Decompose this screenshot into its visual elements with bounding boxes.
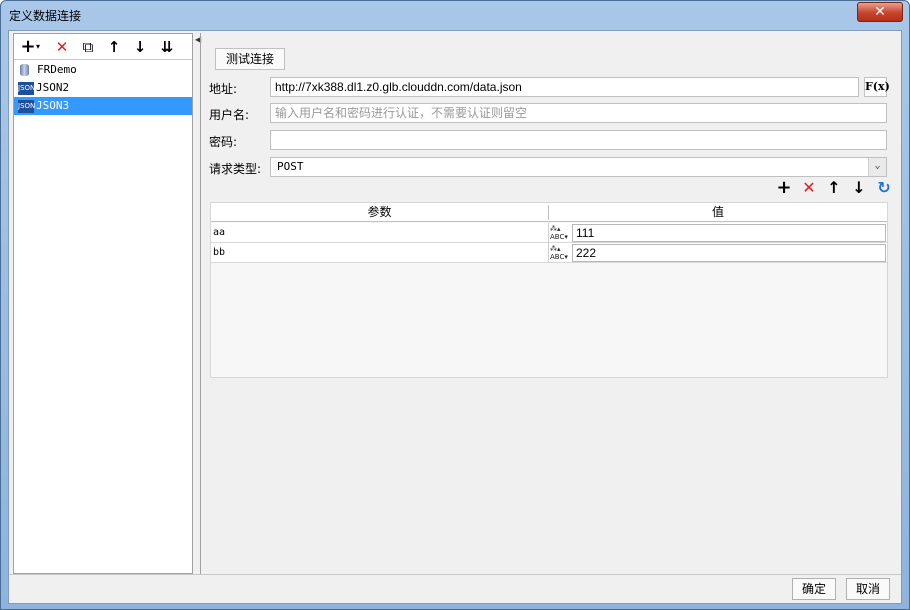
username-placeholder: 输入用户名和密码进行认证，不需要认证则留空 xyxy=(275,106,528,120)
cancel-button[interactable]: 取消 xyxy=(846,578,890,600)
add-dropdown-icon[interactable]: ▾ xyxy=(36,42,40,51)
username-label: 用户名: xyxy=(209,108,250,122)
value-type-icon[interactable]: ⁂▴ ABC▾ xyxy=(548,223,572,243)
dialog-client: + ▾ ✕ ⧉ ↑ ↓ ⇊ FRDemo JSONJSON2 JSONJSON3 xyxy=(8,30,902,604)
connection-list-panel: + ▾ ✕ ⧉ ↑ ↓ ⇊ FRDemo JSONJSON2 JSONJSON3 xyxy=(13,33,193,574)
param-value-cell[interactable]: 111 xyxy=(572,224,886,242)
chevron-down-icon[interactable]: ⌄ xyxy=(868,158,886,176)
request-type-value: POST xyxy=(277,160,304,173)
window-title: 定义数据连接 xyxy=(9,9,82,23)
copy-connection-button[interactable]: ⧉ xyxy=(78,37,98,57)
url-label: 地址: xyxy=(209,82,238,96)
param-column-header[interactable]: 参数 xyxy=(211,203,548,221)
param-name-cell[interactable]: aa xyxy=(213,223,225,243)
password-label: 密码: xyxy=(209,135,238,149)
request-type-label: 请求类型: xyxy=(209,162,262,176)
add-param-button[interactable]: + xyxy=(774,178,794,198)
table-row[interactable]: aa ⁂▴ ABC▾ 111 xyxy=(211,223,887,243)
tree-item-json3[interactable]: JSONJSON3 xyxy=(14,97,192,115)
tree-item-frdemo[interactable]: FRDemo xyxy=(14,61,192,79)
connection-settings-panel: 测试连接 地址: http://7xk388.dl1.z0.glb.cloudd… xyxy=(201,31,901,576)
json-icon: JSON xyxy=(18,81,35,95)
json-icon: JSON xyxy=(18,99,35,113)
value-type-icon[interactable]: ⁂▴ ABC▾ xyxy=(548,243,572,263)
password-input[interactable] xyxy=(270,130,887,150)
title-bar[interactable]: 定义数据连接 ✕ xyxy=(1,1,909,29)
add-connection-button[interactable]: + xyxy=(18,37,38,57)
move-down-button[interactable]: ↓ xyxy=(130,37,150,57)
username-input[interactable]: 输入用户名和密码进行认证，不需要认证则留空 xyxy=(270,103,887,123)
delete-connection-button[interactable]: ✕ xyxy=(52,37,72,57)
move-up-button[interactable]: ↑ xyxy=(104,37,124,57)
param-name-cell[interactable]: bb xyxy=(213,243,225,263)
params-table-header: 参数 值 xyxy=(211,203,887,222)
footer-divider xyxy=(9,574,901,575)
url-input[interactable]: http://7xk388.dl1.z0.glb.clouddn.com/dat… xyxy=(270,77,859,97)
test-connection-button[interactable]: 测试连接 xyxy=(215,48,285,70)
delete-param-button[interactable]: ✕ xyxy=(799,178,819,198)
params-table: 参数 值 aa ⁂▴ ABC▾ 111 bb ⁂▴ ABC▾ 222 xyxy=(210,202,888,378)
param-up-button[interactable]: ↑ xyxy=(824,178,844,198)
value-column-header[interactable]: 值 xyxy=(549,203,887,221)
dialog-window: 定义数据连接 ✕ + ▾ ✕ ⧉ ↑ ↓ ⇊ FRDemo JSONJSON2 xyxy=(0,0,910,610)
database-icon xyxy=(20,64,29,76)
table-row[interactable]: bb ⁂▴ ABC▾ 222 xyxy=(211,243,887,263)
tree-item-json2[interactable]: JSONJSON2 xyxy=(14,79,192,97)
close-button[interactable]: ✕ xyxy=(857,2,903,22)
ok-button[interactable]: 确定 xyxy=(792,578,836,600)
request-type-select[interactable]: POST ⌄ xyxy=(270,157,887,177)
connection-tree: FRDemo JSONJSON2 JSONJSON3 xyxy=(14,61,192,115)
connection-toolbar: + ▾ ✕ ⧉ ↑ ↓ ⇊ xyxy=(14,34,192,60)
refresh-icon[interactable]: ↻ xyxy=(874,178,894,198)
formula-button[interactable]: F(x) xyxy=(864,77,890,97)
param-value-cell[interactable]: 222 xyxy=(572,244,886,262)
sort-icon[interactable]: ⇊ xyxy=(157,37,177,57)
param-down-button[interactable]: ↓ xyxy=(849,178,869,198)
